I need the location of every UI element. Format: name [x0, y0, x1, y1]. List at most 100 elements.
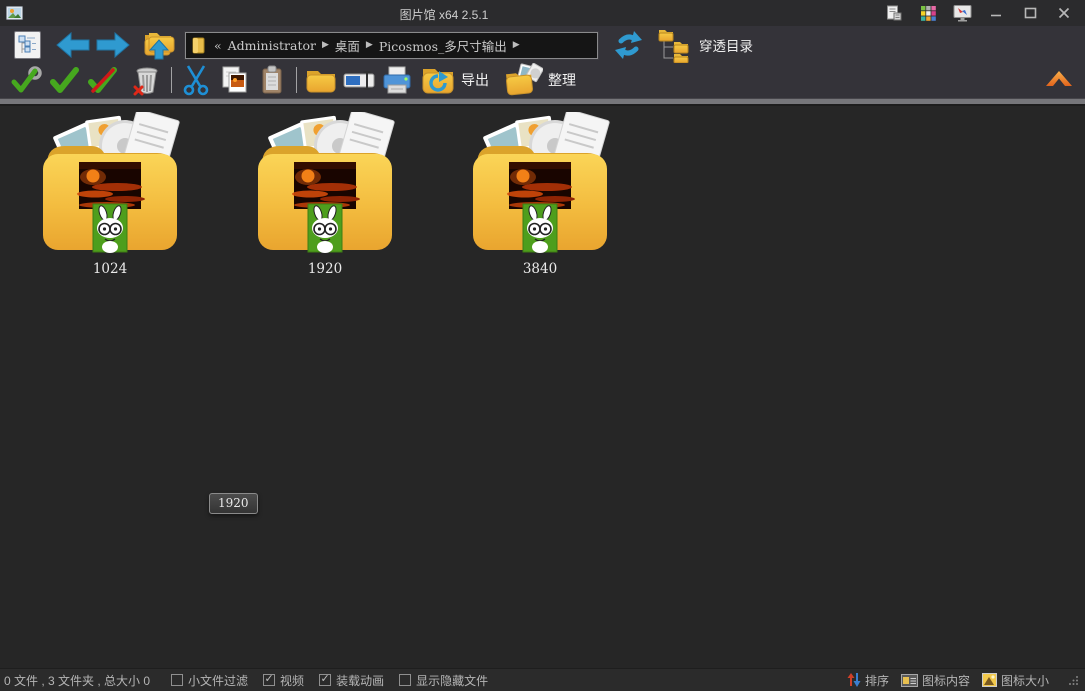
back-button[interactable]	[53, 29, 93, 61]
cut-icon	[183, 65, 209, 96]
resize-grip[interactable]	[1067, 674, 1079, 686]
print-icon	[383, 66, 411, 94]
checkbox-label: 小文件过滤	[188, 673, 249, 688]
forward-icon	[96, 32, 130, 58]
statusbar: 0 文件 , 3 文件夹 , 总大小 0 小文件过滤 视频 装载动画 显示隐藏文…	[0, 668, 1085, 691]
new-folder-icon	[306, 71, 336, 93]
color-grid-icon[interactable]	[911, 0, 945, 26]
folder-art-icon	[465, 112, 615, 254]
filter-video-checkbox[interactable]: 视频	[263, 672, 304, 689]
select-all-button[interactable]	[46, 62, 84, 98]
folder-item-3840[interactable]: 3840	[465, 112, 615, 277]
collapse-toolbar-button[interactable]	[1043, 64, 1075, 90]
organize-button[interactable]: 整理	[505, 63, 576, 97]
tree-view-icon	[18, 35, 36, 53]
breadcrumb[interactable]: « Administrator ▶ 桌面 ▶ Picosmos_多尺寸输出 ▶	[184, 30, 599, 60]
collapse-toolbar-icon	[1046, 71, 1072, 86]
tree-view-button[interactable]	[14, 31, 41, 59]
new-folder-button[interactable]	[302, 62, 340, 98]
folder-label: 1024	[92, 261, 128, 277]
delete-button[interactable]	[128, 62, 166, 98]
file-browser-canvas[interactable]: 1024 1920 3840 1920	[0, 106, 1085, 668]
sort-button[interactable]: 排序	[847, 672, 889, 689]
export-icon	[422, 69, 454, 94]
breadcrumb-separator-icon[interactable]: ▶	[364, 40, 375, 50]
maximize-button[interactable]	[1013, 0, 1047, 26]
filter-show-hidden-checkbox[interactable]: 显示隐藏文件	[399, 672, 488, 689]
folder-tooltip: 1920	[209, 493, 258, 514]
filter-load-animation-checkbox[interactable]: 装载动画	[319, 672, 384, 689]
toolbar: « Administrator ▶ 桌面 ▶ Picosmos_多尺寸输出 ▶	[0, 26, 1085, 98]
checkbox-box[interactable]	[263, 674, 276, 686]
refresh-icon	[614, 31, 642, 59]
status-tools: 排序 图标内容 图标大小	[847, 672, 1079, 689]
passthrough-directory-button[interactable]: 穿透目录	[656, 28, 753, 63]
checkbox-label: 装载动画	[336, 673, 385, 688]
export-button[interactable]: 导出	[420, 64, 489, 96]
list-settings-icon[interactable]	[877, 0, 911, 26]
paste-button[interactable]	[253, 62, 291, 98]
breadcrumb-segment-administrator[interactable]: Administrator	[224, 38, 320, 53]
checkbox-label: 显示隐藏文件	[416, 673, 489, 688]
settings-check-button[interactable]	[8, 62, 46, 98]
organize-label: 整理	[548, 72, 576, 88]
passthrough-label: 穿透目录	[699, 39, 753, 54]
folder-art-icon	[35, 112, 185, 254]
sort-label: 排序	[864, 673, 889, 688]
checkbox-box[interactable]	[319, 674, 332, 686]
invert-selection-button[interactable]	[84, 62, 122, 98]
back-icon	[56, 32, 90, 58]
breadcrumb-separator-icon[interactable]: ▶	[320, 40, 331, 50]
minimize-button[interactable]	[979, 0, 1013, 26]
delete-icon	[133, 67, 158, 96]
app-window: 图片馆 x64 2.5.1 « Administrator ▶ 桌面 ▶ Pic…	[0, 0, 1085, 691]
tools-row: 导出 整理	[0, 62, 1085, 98]
filter-small-files-checkbox[interactable]: 小文件过滤	[171, 672, 248, 689]
window-title: 图片馆 x64 2.5.1	[399, 8, 489, 22]
sort-icon	[847, 673, 861, 687]
folder-label: 3840	[522, 261, 558, 277]
close-button[interactable]	[1047, 0, 1081, 26]
toolbar-separator-band[interactable]	[0, 98, 1085, 106]
organize-icon	[506, 63, 543, 96]
breadcrumb-separator-icon[interactable]: ▶	[511, 40, 522, 50]
select-all-icon	[50, 67, 79, 93]
breadcrumb-segment-desktop[interactable]: 桌面	[331, 36, 364, 55]
folder-art-icon	[250, 112, 400, 254]
print-button[interactable]	[378, 62, 416, 98]
icon-content-button[interactable]: 图标内容	[900, 672, 970, 689]
status-filters: 小文件过滤 视频 装载动画 显示隐藏文件	[171, 672, 488, 689]
export-label: 导出	[461, 72, 489, 88]
paste-icon	[262, 65, 282, 94]
icon-content-icon	[900, 673, 918, 687]
display-icon[interactable]	[945, 0, 979, 26]
icon-size-icon	[981, 673, 997, 687]
breadcrumb-folder-icon	[192, 37, 205, 53]
folder-item-1920[interactable]: 1920	[250, 112, 400, 277]
checkbox-box[interactable]	[399, 674, 412, 686]
icon-size-button[interactable]: 图标大小	[981, 672, 1049, 689]
icon-content-label: 图标内容	[921, 673, 970, 688]
breadcrumb-segment-output[interactable]: Picosmos_多尺寸输出	[375, 36, 511, 55]
toolbar-divider	[296, 67, 297, 93]
tools-check-icon	[11, 66, 42, 93]
navigation-row: « Administrator ▶ 桌面 ▶ Picosmos_多尺寸输出 ▶	[0, 28, 1085, 63]
refresh-button[interactable]	[608, 28, 648, 62]
folder-item-1024[interactable]: 1024	[35, 112, 185, 277]
app-icon	[6, 6, 23, 20]
forward-button[interactable]	[93, 29, 133, 61]
rename-button[interactable]	[340, 62, 378, 98]
deselect-icon	[88, 67, 117, 93]
breadcrumb-collapse[interactable]: «	[212, 38, 224, 53]
cut-button[interactable]	[177, 62, 215, 98]
rename-icon	[343, 71, 375, 90]
copy-icon	[222, 66, 247, 93]
status-summary: 0 文件 , 3 文件夹 , 总大小 0	[4, 673, 151, 688]
checkbox-box[interactable]	[171, 674, 184, 686]
folder-label: 1920	[307, 261, 343, 277]
toolbar-divider	[171, 67, 172, 93]
copy-button[interactable]	[215, 62, 253, 98]
folder-up-icon	[144, 33, 175, 60]
titlebar[interactable]: 图片馆 x64 2.5.1	[0, 0, 1085, 26]
up-folder-button[interactable]	[139, 29, 179, 61]
